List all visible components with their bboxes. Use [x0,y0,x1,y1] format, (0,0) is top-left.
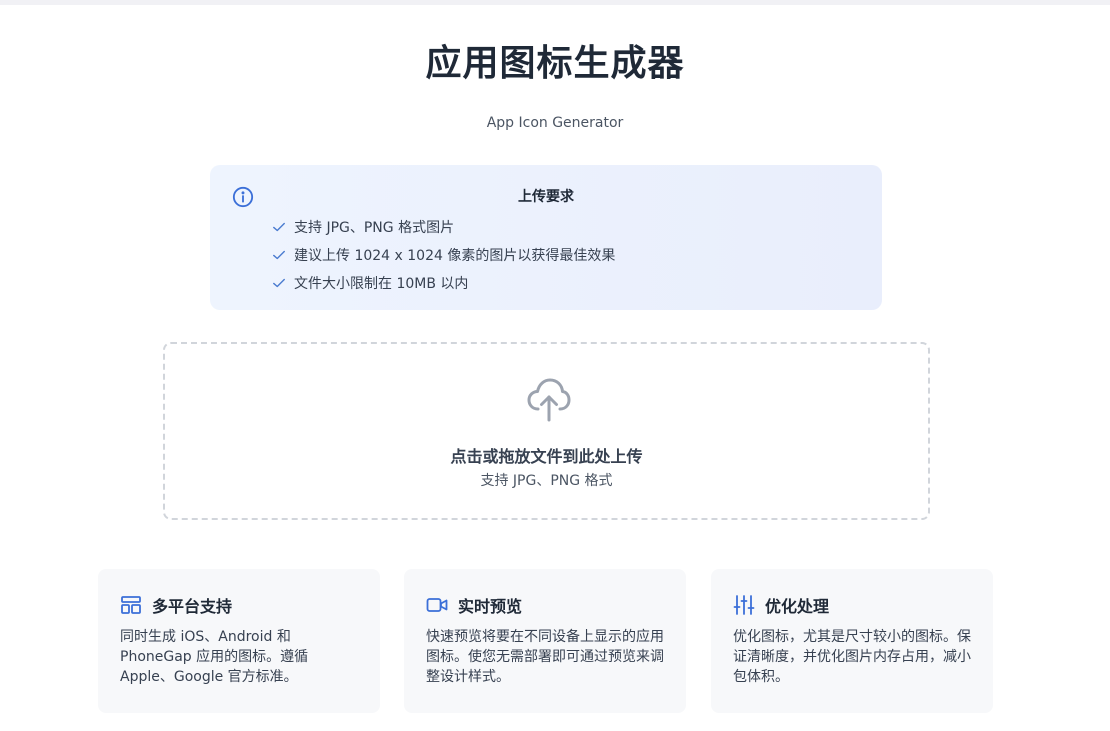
requirements-title: 上传要求 [518,189,574,205]
requirement-text: 建议上传 1024 x 1024 像素的图片以获得最佳效果 [294,248,616,264]
requirement-text: 文件大小限制在 10MB 以内 [294,276,469,292]
layout-icon [121,596,141,614]
feature-card-preview: 实时预览 快速预览将要在不同设备上显示的应用图标。使您无需部署即可通过预览来调整… [404,569,686,713]
upload-title: 点击或拖放文件到此处上传 [450,447,643,466]
check-icon [273,278,285,288]
feature-card-header: 优化处理 [733,593,971,617]
upload-subtitle: 支持 JPG、PNG 格式 [480,473,613,489]
sliders-icon [733,595,755,615]
requirement-item: 建议上传 1024 x 1024 像素的图片以获得最佳效果 [272,241,615,269]
feature-card-description: 同时生成 iOS、Android 和 PhoneGap 应用的图标。遵循 App… [120,629,309,685]
cloud-upload-icon [527,378,571,422]
check-icon [273,250,285,260]
feature-card-header: 实时预览 [426,593,664,617]
feature-card-description: 优化图标，尤其是尺寸较小的图标。保证清晰度，并优化图片内存占用，减小包体积。 [733,629,971,685]
feature-card-title: 多平台支持 [152,597,233,616]
feature-card-title: 实时预览 [458,597,523,616]
requirement-text: 支持 JPG、PNG 格式图片 [294,220,455,236]
feature-card-description: 快速预览将要在不同设备上显示的应用图标。使您无需部署即可通过预览来调整设计样式。 [426,629,664,685]
page-subtitle: App Icon Generator [486,115,624,131]
requirement-item: 文件大小限制在 10MB 以内 [272,269,615,297]
page-title: 应用图标生成器 [425,43,685,84]
video-icon [426,598,448,612]
top-bar [0,0,1110,5]
feature-card-title: 优化处理 [765,597,830,616]
requirements-list: 支持 JPG、PNG 格式图片 建议上传 1024 x 1024 像素的图片以获… [272,213,615,297]
feature-card-optimize: 优化处理 优化图标，尤其是尺寸较小的图标。保证清晰度，并优化图片内存占用，减小包… [711,569,993,713]
check-icon [273,222,285,232]
upload-requirements-panel: 上传要求 支持 JPG、PNG 格式图片 建议上传 1024 x 1024 像素… [210,165,882,310]
requirement-item: 支持 JPG、PNG 格式图片 [272,213,615,241]
file-dropzone[interactable]: 点击或拖放文件到此处上传 支持 JPG、PNG 格式 [163,342,930,520]
feature-card-header: 多平台支持 [120,593,358,617]
feature-card-multiplatform: 多平台支持 同时生成 iOS、Android 和 PhoneGap 应用的图标。… [98,569,380,713]
